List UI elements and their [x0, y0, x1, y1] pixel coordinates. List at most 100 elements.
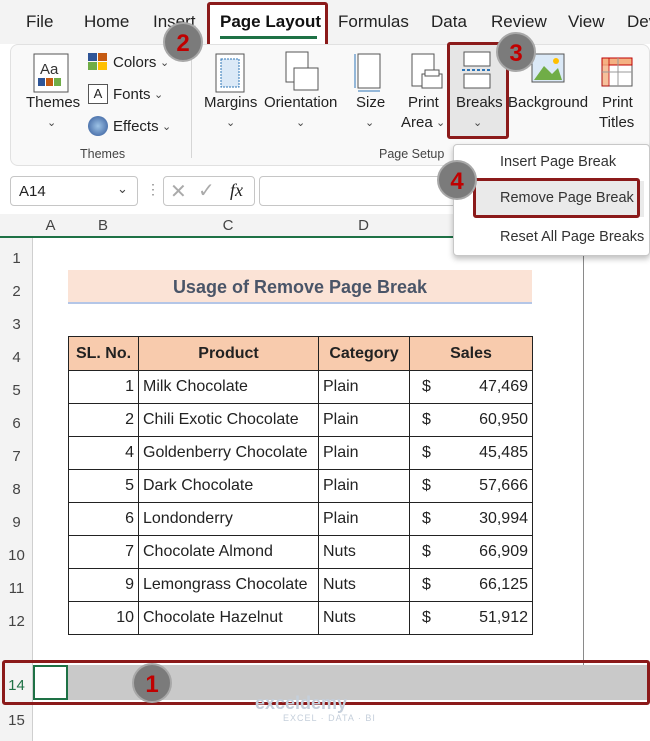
row-header-7[interactable]: 7: [0, 448, 33, 465]
cell-category[interactable]: Nuts: [318, 568, 410, 602]
print-area-icon: [410, 52, 444, 99]
cell-product[interactable]: Goldenberry Chocolate: [138, 436, 319, 470]
cell-category[interactable]: Plain: [318, 502, 410, 536]
row-header-3[interactable]: 3: [0, 316, 33, 333]
enter-icon[interactable]: ✓: [198, 178, 215, 203]
print-titles-label-1[interactable]: Print: [602, 94, 633, 111]
row-header-2[interactable]: 2: [0, 283, 33, 300]
tab-data[interactable]: Data: [431, 12, 467, 32]
cell-sales[interactable]: $66,909: [409, 535, 533, 569]
size-button[interactable]: Size: [356, 94, 385, 111]
row-header-11[interactable]: 11: [0, 580, 33, 597]
tab-file[interactable]: File: [26, 12, 53, 32]
orientation-button[interactable]: Orientation: [264, 94, 337, 111]
table-row: 9 Lemongrass Chocolate Nuts $66,125: [68, 568, 533, 602]
row-header-15[interactable]: 15: [0, 712, 33, 729]
cell-sales[interactable]: $57,666: [409, 469, 533, 503]
insert-function-button[interactable]: fx: [230, 180, 243, 201]
size-icon: [354, 52, 384, 99]
cell-product[interactable]: Chili Exotic Chocolate: [138, 403, 319, 437]
cell-sl-no[interactable]: 10: [68, 601, 139, 635]
tab-review[interactable]: Review: [491, 12, 547, 32]
cell-sales[interactable]: $60,950: [409, 403, 533, 437]
cell-product[interactable]: Lemongrass Chocolate: [138, 568, 319, 602]
themes-icon[interactable]: Aa: [32, 52, 72, 94]
cell-sl-no[interactable]: 5: [68, 469, 139, 503]
reset-all-page-breaks-item[interactable]: Reset All Page Breaks: [500, 229, 644, 245]
column-header-b[interactable]: B: [68, 217, 138, 234]
cell-sales[interactable]: $66,125: [409, 568, 533, 602]
margins-button[interactable]: Margins: [204, 94, 257, 111]
row-header-12[interactable]: 12: [0, 613, 33, 630]
cell-sales[interactable]: $51,912: [409, 601, 533, 635]
row-header-9[interactable]: 9: [0, 514, 33, 531]
row-header-5[interactable]: 5: [0, 382, 33, 399]
colors-icon: [88, 53, 108, 71]
cell-sl-no[interactable]: 1: [68, 370, 139, 404]
header-product[interactable]: Product: [138, 336, 319, 371]
row-header-4[interactable]: 4: [0, 349, 33, 366]
name-box-value: A14: [19, 183, 46, 200]
table-header-row: SL. No. Product Category Sales: [68, 336, 533, 371]
print-area-label-1[interactable]: Print: [408, 94, 439, 111]
chevron-down-icon: ⌄: [160, 57, 170, 69]
background-button[interactable]: Background: [508, 94, 588, 111]
cell-sl-no[interactable]: 4: [68, 436, 139, 470]
print-titles-label-2[interactable]: Titles: [599, 114, 634, 131]
colors-button[interactable]: Colors: [113, 54, 156, 71]
column-header-a[interactable]: A: [33, 217, 68, 234]
row-header-1[interactable]: 1: [0, 250, 33, 267]
cell-product[interactable]: Dark Chocolate: [138, 469, 319, 503]
tab-page-layout[interactable]: Page Layout: [220, 12, 321, 32]
column-header-d[interactable]: D: [318, 217, 409, 234]
cell-sales[interactable]: $30,994: [409, 502, 533, 536]
tab-developer[interactable]: Dev: [627, 12, 650, 32]
chevron-down-icon: ⌄: [296, 117, 306, 129]
sales-amount: 66,125: [479, 576, 528, 593]
cell-sales[interactable]: $45,485: [409, 436, 533, 470]
cell-category[interactable]: Plain: [318, 370, 410, 404]
chevron-down-icon: ⌄: [473, 117, 483, 129]
step-marker-3: 3: [496, 32, 536, 72]
cell-sl-no[interactable]: 9: [68, 568, 139, 602]
fonts-button[interactable]: Fonts: [113, 86, 151, 103]
cell-product[interactable]: Londonderry: [138, 502, 319, 536]
name-box[interactable]: A14 ⌄: [10, 176, 138, 206]
formula-input[interactable]: [259, 176, 459, 206]
header-sl-no[interactable]: SL. No.: [68, 336, 139, 371]
tab-view[interactable]: View: [568, 12, 605, 32]
cell-sales[interactable]: $47,469: [409, 370, 533, 404]
cancel-icon[interactable]: ✕: [170, 179, 187, 204]
row-header-6[interactable]: 6: [0, 415, 33, 432]
header-category[interactable]: Category: [318, 336, 410, 371]
header-sales[interactable]: Sales: [409, 336, 533, 371]
cell-category[interactable]: Plain: [318, 469, 410, 503]
cell-sl-no[interactable]: 7: [68, 535, 139, 569]
chevron-down-icon[interactable]: ⌄: [117, 181, 128, 197]
cell-product[interactable]: Chocolate Hazelnut: [138, 601, 319, 635]
cell-category[interactable]: Plain: [318, 403, 410, 437]
cell-sl-no[interactable]: 2: [68, 403, 139, 437]
table-row: 4 Goldenberry Chocolate Plain $45,485: [68, 436, 533, 470]
cell-product[interactable]: Milk Chocolate: [138, 370, 319, 404]
row-header-8[interactable]: 8: [0, 481, 33, 498]
row-header-10[interactable]: 10: [0, 547, 33, 564]
insert-page-break-item[interactable]: Insert Page Break: [500, 154, 616, 170]
themes-button[interactable]: Themes: [26, 94, 80, 111]
breaks-button[interactable]: Breaks: [456, 94, 503, 111]
table-body: 1 Milk Chocolate Plain $47,469 2 Chili Exotic…: [68, 370, 533, 635]
sales-amount: 66,909: [479, 543, 528, 560]
sales-amount: 51,912: [479, 609, 528, 626]
tab-formulas[interactable]: Formulas: [338, 12, 409, 32]
print-titles-icon: [600, 52, 636, 95]
effects-button[interactable]: Effects: [113, 118, 159, 135]
column-header-c[interactable]: C: [138, 217, 318, 234]
sheet-title[interactable]: Usage of Remove Page Break: [68, 270, 532, 304]
cell-sl-no[interactable]: 6: [68, 502, 139, 536]
cell-product[interactable]: Chocolate Almond: [138, 535, 319, 569]
print-area-label-2[interactable]: Area: [401, 114, 433, 131]
cell-category[interactable]: Nuts: [318, 601, 410, 635]
tab-home[interactable]: Home: [84, 12, 129, 32]
cell-category[interactable]: Plain: [318, 436, 410, 470]
cell-category[interactable]: Nuts: [318, 535, 410, 569]
